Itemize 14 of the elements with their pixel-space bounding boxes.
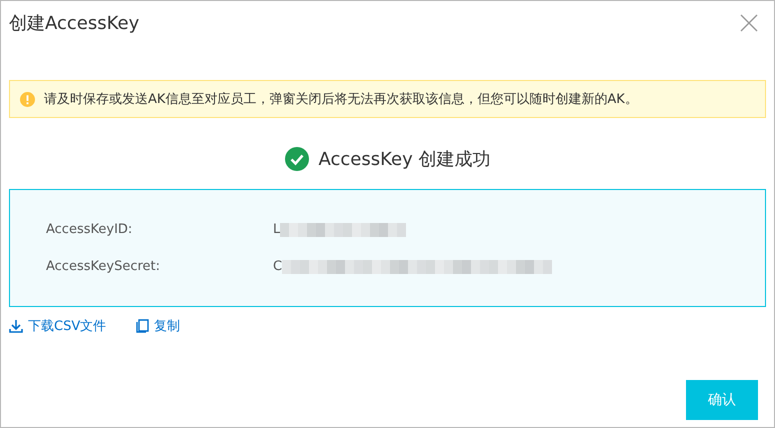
field-label: AccessKeyID: [46, 222, 134, 237]
success-message: AccessKey 创建成功 [318, 148, 490, 171]
field-value: L [273, 222, 280, 237]
dialog-title: 创建AccessKey [9, 12, 140, 35]
warning-icon [20, 92, 35, 106]
field-label: AccessKeySecret: [46, 259, 162, 274]
success-icon [284, 147, 308, 171]
download-icon [9, 319, 23, 333]
warning-text: 请及时保存或发送AK信息至对应员工，弹窗关闭后将无法再次获取该信息，但您可以随时创建新的AK。 [44, 91, 638, 108]
copy-icon [136, 319, 150, 333]
field-value: C [273, 259, 282, 274]
copy-link[interactable]: 复制 [136, 317, 180, 335]
close-icon[interactable] [740, 14, 758, 32]
download-link[interactable]: 下载CSV文件 [9, 317, 106, 335]
